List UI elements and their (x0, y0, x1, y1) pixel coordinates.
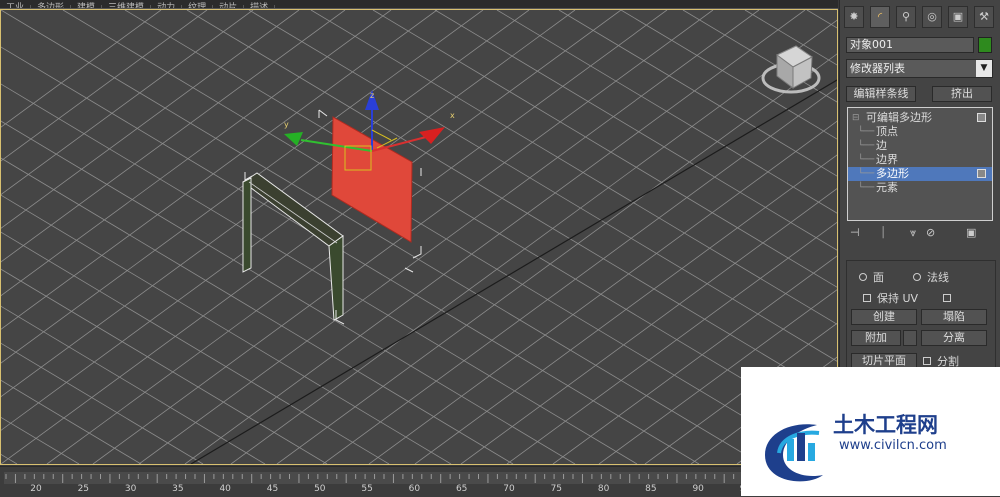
modifier-stack: ⊟ 可编辑多边形 └── 顶点 └── 边 └── 边界 └── 多边形 └── 元素 (847, 107, 993, 221)
stack-subobject-label: 顶点 (876, 125, 898, 138)
perspective-viewport[interactable]: x y z (0, 9, 838, 465)
create-tab[interactable]: ✸ (844, 6, 864, 28)
stack-toolbar: ⊣ ⏐ ⩔ ⊘ ▣ (846, 226, 996, 242)
timeline-tick-label: 20 (30, 484, 42, 494)
detach-button[interactable]: 分离 (921, 330, 987, 346)
utilities-tab[interactable]: ⚒ (974, 6, 994, 28)
view-cube[interactable] (761, 45, 821, 94)
tree-connector: └── (858, 169, 875, 179)
stack-toggle-icon[interactable] (977, 169, 986, 178)
modifier-list-label: 修改器列表 (850, 62, 905, 75)
edit-spline-button[interactable]: 编辑样条线 (846, 86, 916, 102)
timeline-tick-label: 60 (408, 484, 421, 494)
tree-connector: └── (858, 127, 875, 137)
timeline-tick-label: 30 (124, 484, 137, 494)
grid-line (186, 10, 837, 399)
ground-grid (1, 10, 837, 464)
pin-stack-icon[interactable]: ⊣ (850, 226, 860, 239)
tree-connector: └── (858, 141, 875, 151)
frame-object[interactable] (242, 172, 344, 321)
civilcn-logo-icon (765, 424, 823, 482)
watermark-title: 土木工程网 (833, 413, 938, 437)
timeline-tick-label: 70 (503, 484, 515, 494)
stack-subobject-item[interactable]: └── 顶点 (848, 125, 992, 139)
stack-subobject-label: 元素 (876, 181, 898, 194)
grid-line (184, 10, 806, 464)
edit-geometry-rollout: 面 法线 保持 UV 创建 塌陷 附加 分离 切片平面 分割 (846, 260, 996, 370)
object-color-swatch[interactable] (978, 37, 992, 53)
grid-line (1, 10, 762, 464)
display-tab[interactable]: ▣ (948, 6, 968, 28)
attach-settings-icon[interactable] (903, 330, 917, 346)
timeline-tick-label: 35 (172, 484, 184, 494)
collapse-icon[interactable]: ⊟ (852, 111, 860, 125)
stack-subobject-item[interactable]: └── 多边形 (848, 167, 992, 181)
stack-toggle-icon[interactable] (977, 113, 986, 122)
object-name-field[interactable]: 对象001 (846, 37, 974, 53)
timeline-tick-label: 75 (550, 484, 563, 494)
stack-subobject-label: 边 (876, 139, 887, 152)
timeline-tick-label: 80 (597, 484, 610, 494)
remove-modifier-icon[interactable]: ⊘ (926, 226, 935, 239)
modifier-list-dropdown[interactable]: 修改器列表 ▼ (846, 59, 993, 78)
keep-uv-label: 保持 UV (877, 292, 919, 305)
show-end-result-icon[interactable]: ⏐ (880, 226, 886, 240)
grid-line (1, 10, 622, 464)
timeline-tick-label: 45 (266, 484, 279, 494)
viewport-canvas[interactable]: x y z (1, 10, 837, 464)
stack-subobject-label: 边界 (876, 153, 898, 166)
collapse-button[interactable]: 塌陷 (921, 309, 987, 325)
grid-line (1, 416, 80, 464)
grid-line (1, 10, 300, 229)
face-radio[interactable] (859, 273, 867, 281)
timeline-tick-label: 85 (645, 484, 657, 494)
normal-radio[interactable] (913, 273, 921, 281)
command-panel-tabs: ✸ ◜ ⚲ ◎ ▣ ⚒ (840, 6, 1000, 32)
grid-line (1, 10, 208, 162)
create-button[interactable]: 创建 (851, 309, 917, 325)
timeline-tick-label: 50 (314, 484, 326, 494)
gizmo-x-label: x (450, 111, 455, 120)
motion-tab[interactable]: ◎ (922, 6, 942, 28)
modify-tab[interactable]: ◜ (870, 6, 890, 28)
grid-line (62, 10, 824, 464)
timeline-tick-label: 90 (692, 484, 704, 494)
grid-line (1, 10, 576, 431)
attach-button[interactable]: 附加 (851, 330, 901, 346)
watermark-logo: 土木工程网 www.civilcn.com (741, 367, 1000, 496)
make-unique-icon[interactable]: ⩔ (910, 226, 916, 240)
timeline-tick-label: 55 (361, 484, 373, 494)
keep-uv-checkbox[interactable] (863, 294, 871, 302)
stack-subobject-item[interactable]: └── 边 (848, 139, 992, 153)
chevron-down-icon[interactable]: ▼ (976, 60, 992, 77)
timeline-tick-label: 25 (77, 484, 90, 494)
grid-line (1, 120, 576, 464)
stack-root-item[interactable]: ⊟ 可编辑多边形 (848, 111, 992, 125)
extrude-button[interactable]: 挤出 (932, 86, 992, 102)
split-checkbox[interactable] (923, 357, 931, 365)
watermark-url: www.civilcn.com (839, 438, 947, 453)
menu-bar: 工业 多边形 建模 三维建模 动力 纹理 动片 描述 (0, 0, 838, 9)
stack-subobject-label: 多边形 (876, 167, 909, 180)
normal-radio-label: 法线 (927, 271, 949, 284)
grid-line (1, 46, 700, 464)
timeline-tick-label: 40 (219, 484, 231, 494)
keep-uv-settings-icon[interactable] (943, 294, 951, 302)
face-radio-label: 面 (873, 271, 884, 284)
tree-connector: └── (858, 155, 875, 165)
tree-connector: └── (858, 183, 875, 193)
stack-subobject-item[interactable]: └── 边界 (848, 153, 992, 167)
configure-sets-icon[interactable]: ▣ (966, 226, 976, 239)
grid-line (138, 10, 760, 464)
stack-subobject-item[interactable]: └── 元素 (848, 181, 992, 195)
hierarchy-tab[interactable]: ⚲ (896, 6, 916, 28)
gizmo-z-label: z (370, 91, 374, 100)
stack-root-label: 可编辑多边形 (866, 111, 932, 124)
timeline-tick-label: 65 (455, 484, 468, 494)
gizmo-y-label: y (284, 120, 289, 129)
command-panel: ✸ ◜ ⚲ ◎ ▣ ⚒ 对象001 修改器列表 ▼ 编辑样条线 挤出 ⊟ 可编辑多边形 └… (839, 0, 1000, 370)
